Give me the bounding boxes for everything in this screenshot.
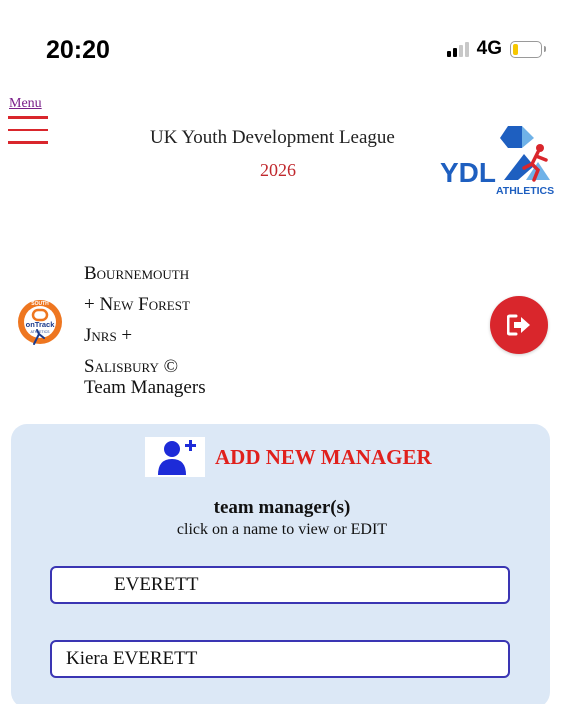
club-name: Bournemouth + New Forest Jnrs + Salisbur… [84, 258, 190, 382]
team-managers-instruction: click on a name to view or EDIT [176, 521, 388, 538]
team-managers-heading: team manager(s) [213, 497, 351, 518]
hamburger-icon[interactable] [8, 116, 52, 144]
club-logo: SOUTH onTrack ATHLETICS [18, 300, 62, 345]
network-type: 4G [476, 38, 502, 59]
battery-icon [510, 40, 546, 58]
club-name-line: Jnrs + [84, 325, 133, 346]
add-user-icon[interactable] [145, 437, 205, 477]
club-logo-text: onTrack [26, 320, 56, 329]
manager-entry[interactable]: Kiera EVERETT [50, 640, 510, 678]
club-logo-bottom: ATHLETICS [31, 330, 51, 334]
signal-icon [446, 41, 469, 57]
menu-button[interactable]: Menu [8, 96, 52, 154]
logo-subtext: ATHLETICS [496, 185, 554, 196]
manager-entry[interactable]: EVERETT [50, 566, 510, 604]
club-name-line: + New Forest [84, 294, 190, 315]
logout-button[interactable] [490, 296, 548, 354]
club-logo-top: SOUTH [31, 301, 49, 307]
club-name-line: Bournemouth [84, 263, 190, 284]
menu-label[interactable]: Menu [9, 96, 52, 112]
add-new-manager-label[interactable]: ADD NEW MANAGER [215, 445, 432, 470]
logout-icon [507, 314, 530, 336]
status-indicators: 4G [446, 38, 546, 60]
season-year: 2026 [260, 160, 296, 180]
add-new-manager-button[interactable]: ADD NEW MANAGER [145, 437, 432, 477]
ydl-athletics-logo: YDL ATHLETICS [440, 126, 554, 196]
status-time: 20:20 [46, 36, 110, 64]
logo-text: YDL [440, 157, 496, 188]
section-subtitle: Team Managers [84, 377, 206, 398]
page-title: UK Youth Development League [150, 127, 395, 148]
